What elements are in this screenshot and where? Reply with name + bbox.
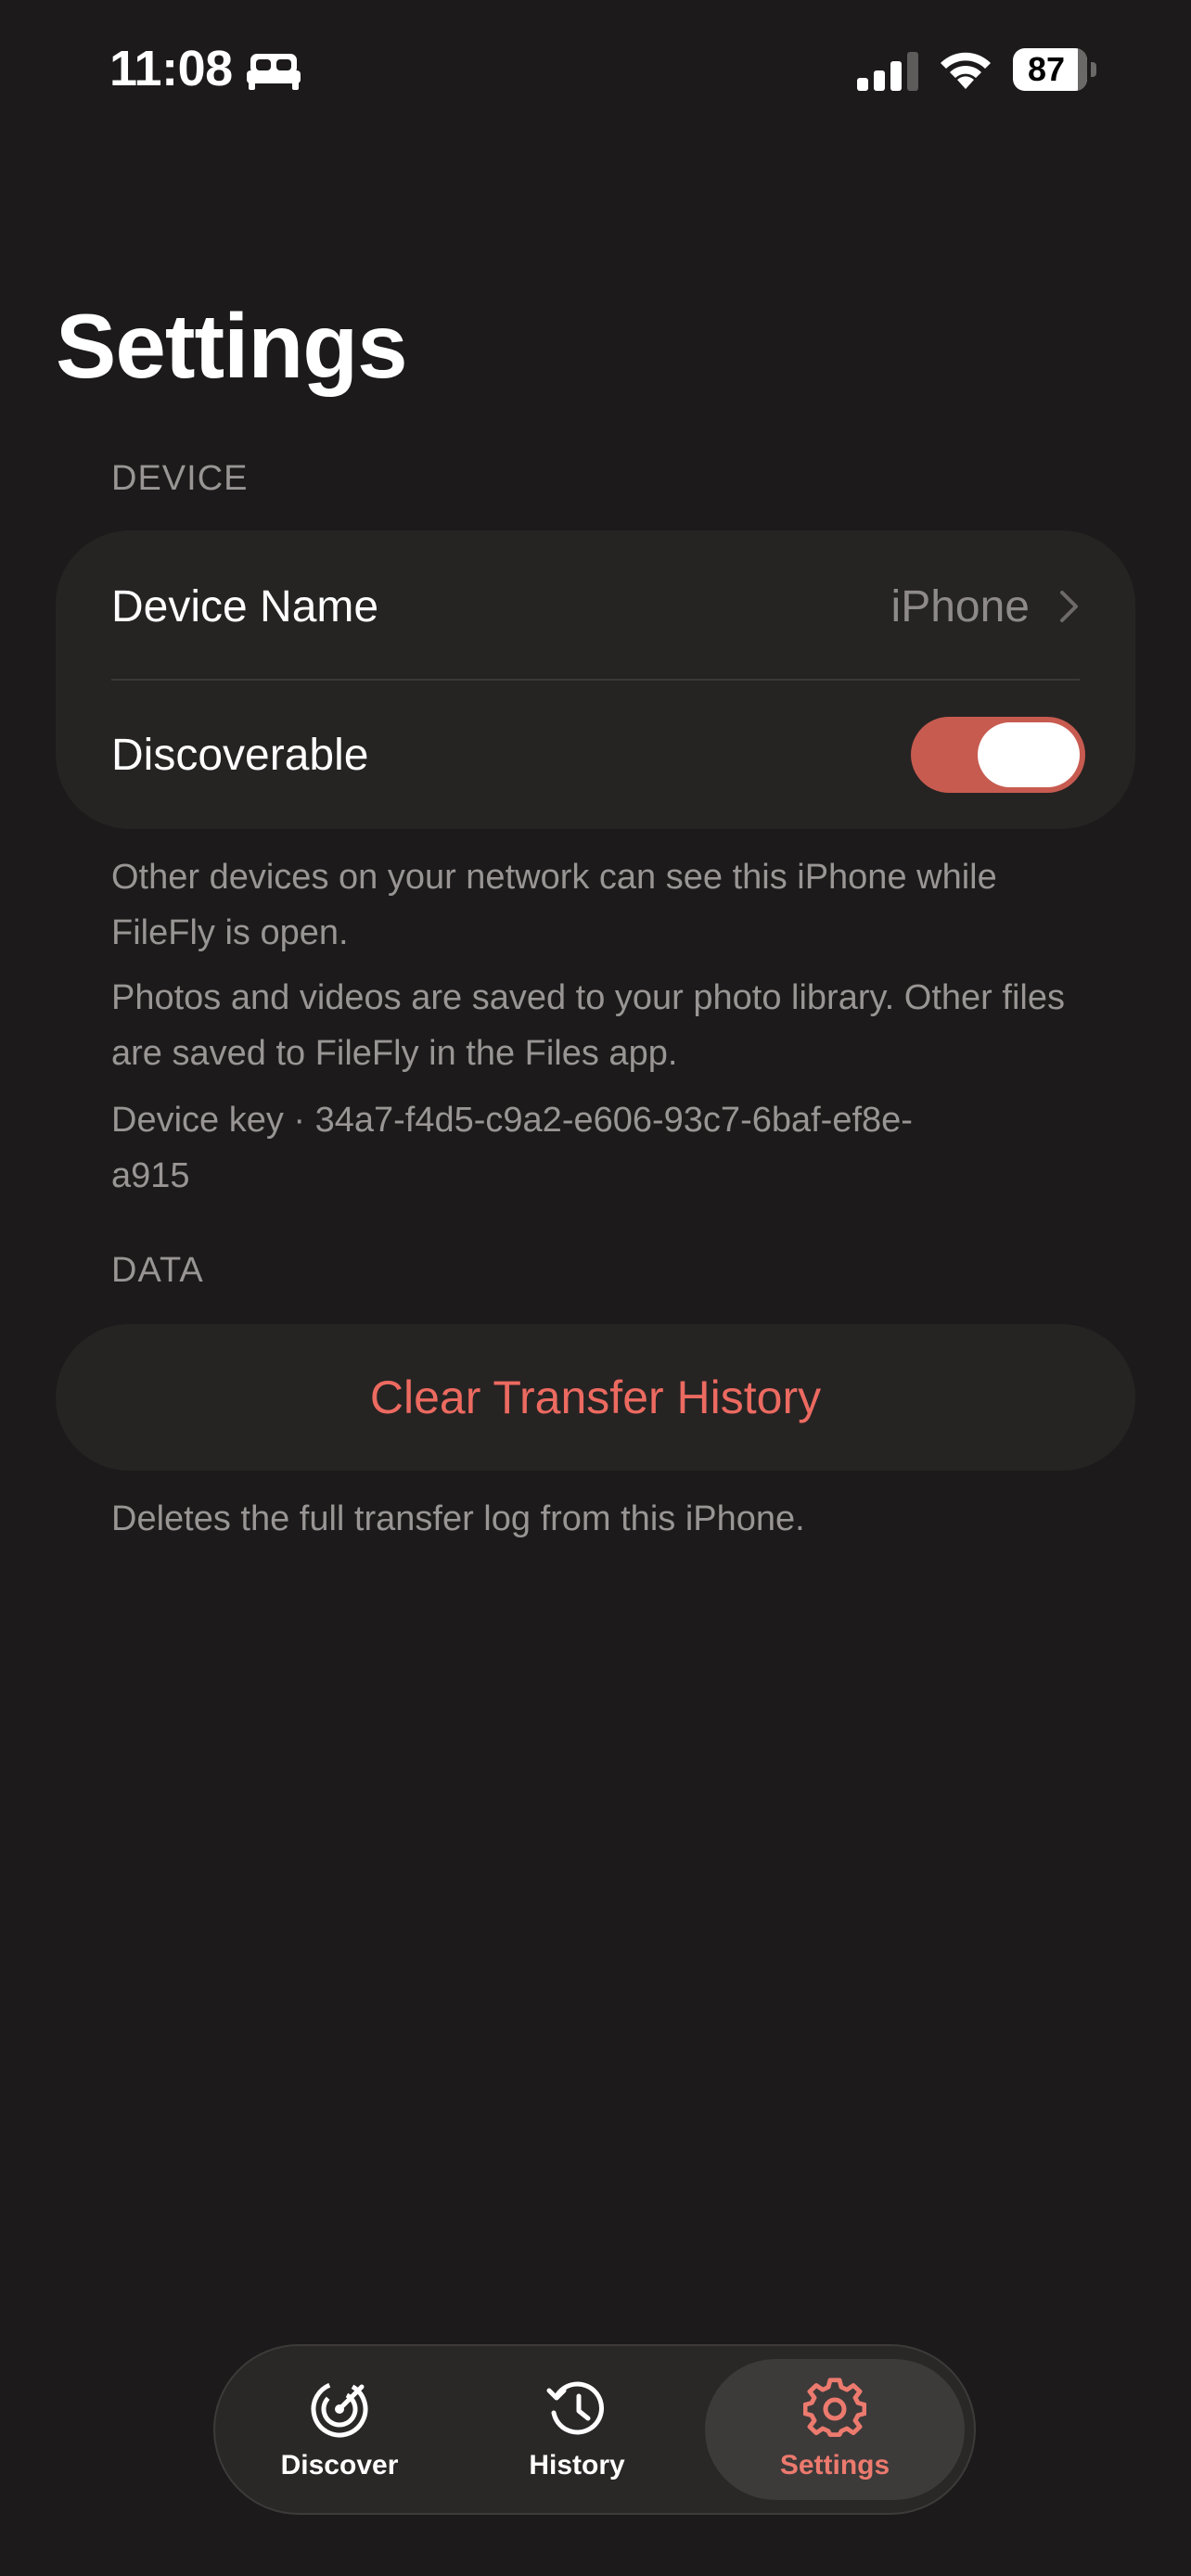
discoverable-row: Discoverable	[111, 681, 1085, 829]
bed-icon	[247, 54, 301, 90]
data-settings-card: Clear Transfer History	[56, 1324, 1135, 1471]
status-bar: 11:08 87	[0, 0, 1191, 139]
section-header-data: DATA	[111, 1251, 204, 1290]
chevron-right-icon	[1060, 591, 1078, 622]
cellular-signal-icon	[857, 52, 918, 91]
battery-percent: 87	[1027, 50, 1066, 88]
gear-icon	[803, 2378, 866, 2437]
discoverable-label: Discoverable	[111, 730, 369, 780]
tab-discover[interactable]: Discover	[243, 2346, 436, 2513]
device-name-label: Device Name	[111, 581, 379, 631]
tab-history[interactable]: History	[484, 2346, 670, 2513]
status-time: 11:08	[109, 41, 233, 96]
clear-transfer-history-button[interactable]: Clear Transfer History	[56, 1324, 1135, 1471]
page-title: Settings	[56, 295, 408, 397]
radar-icon	[311, 2380, 368, 2438]
discoverable-note: Other devices on your network can see th…	[111, 858, 997, 952]
tab-bar: Discover History Settings	[213, 2344, 976, 2515]
history-icon	[546, 2381, 604, 2435]
device-key-note: Device key · 34a7-f4d5-c9a2-e606-93c7-6b…	[111, 1101, 913, 1195]
clear-history-note: Deletes the full transfer log from this …	[111, 1499, 805, 1538]
battery-icon: 87	[1013, 48, 1098, 91]
tab-settings[interactable]: Settings	[705, 2359, 965, 2500]
section-header-device: DEVICE	[111, 459, 249, 498]
storage-note: Photos and videos are saved to your phot…	[111, 978, 1065, 1073]
discoverable-toggle[interactable]	[911, 717, 1085, 793]
tab-label-history: History	[529, 2450, 625, 2480]
device-name-row[interactable]: Device Name iPhone	[111, 532, 1080, 681]
toggle-knob	[978, 722, 1080, 787]
tab-label-settings: Settings	[779, 2450, 890, 2480]
wifi-icon	[941, 52, 991, 89]
device-settings-card: Device Name iPhone Discoverable	[56, 530, 1135, 829]
tab-label-discover: Discover	[280, 2450, 399, 2480]
device-name-value-group: iPhone	[891, 581, 1080, 632]
device-name-value: iPhone	[890, 581, 1030, 631]
